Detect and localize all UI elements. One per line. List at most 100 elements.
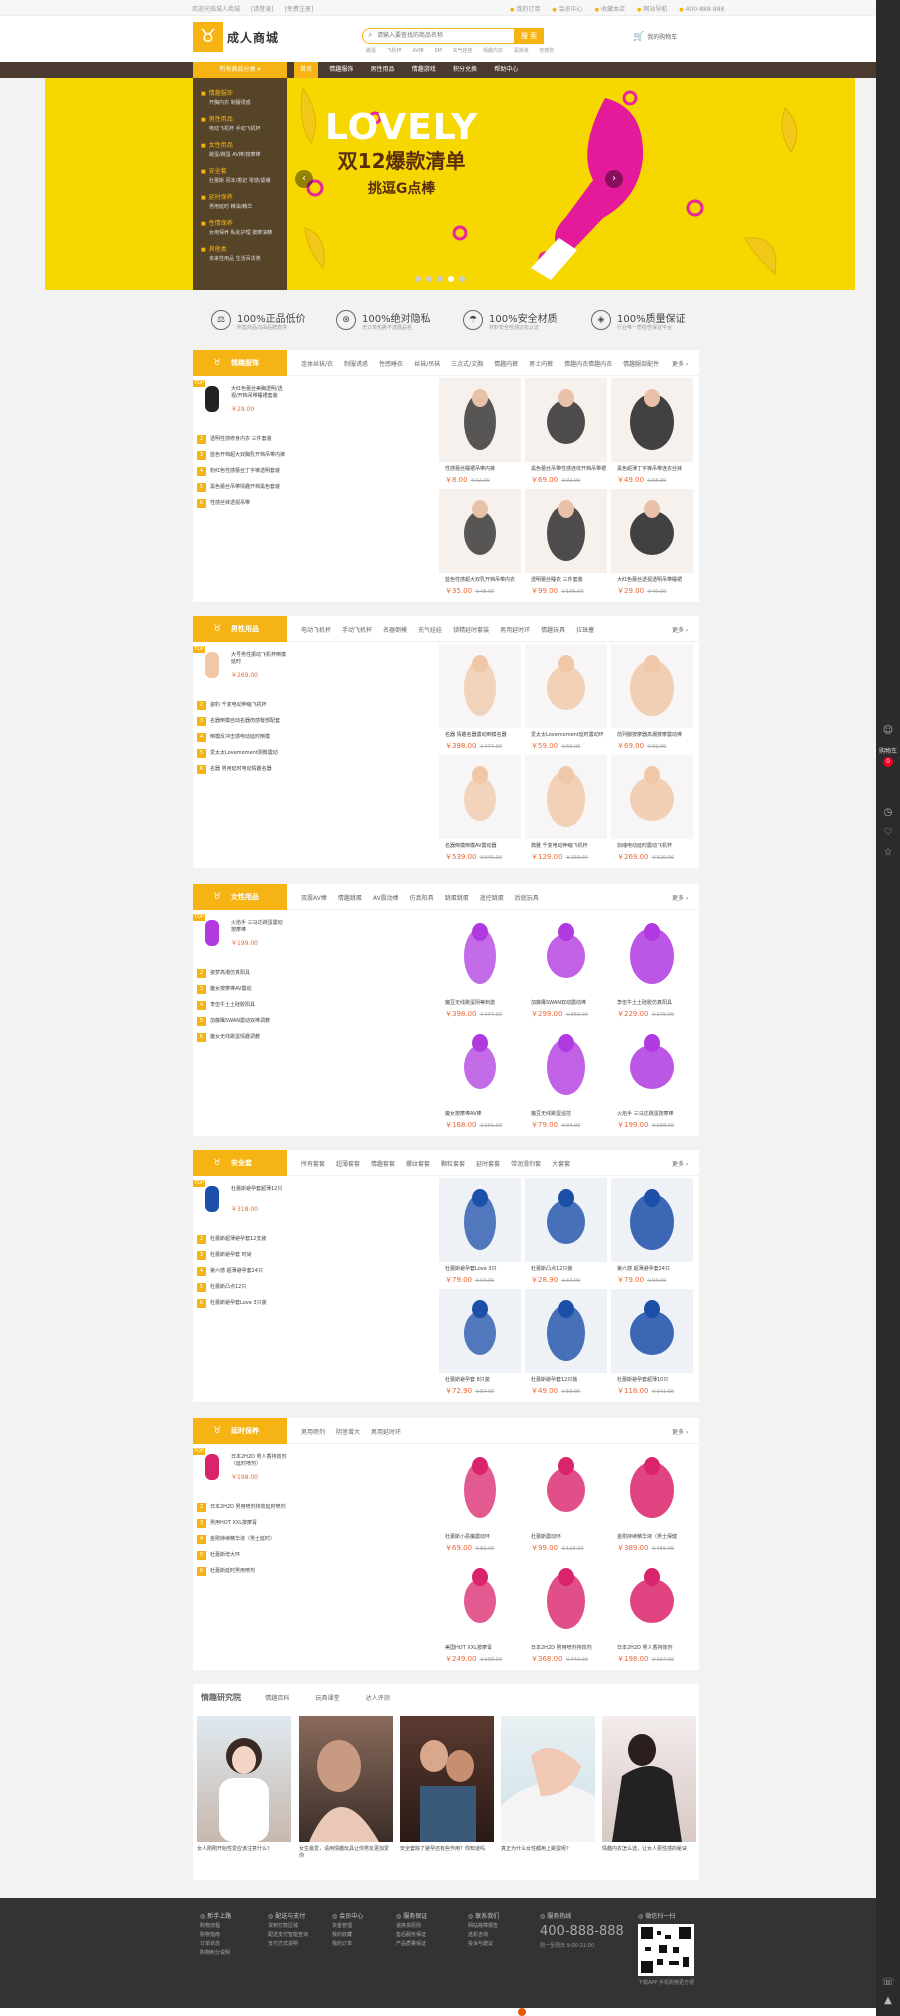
floor-tab[interactable]: 拉珠塞 (576, 627, 594, 634)
product-card[interactable]: 金刚持续精华液（男士保健 ￥389.00 ￥466.00 (609, 1446, 695, 1557)
footer-link[interactable]: 产品质量保证 (396, 1940, 427, 1949)
rank-item[interactable]: 6 杜蕾斯延时男用喷剂 (197, 1566, 289, 1576)
top-product[interactable]: TOP 日本2H2D 男人香持效剂（延时喷剂） ￥198.00 (193, 1448, 287, 1490)
product-card[interactable]: 美国HOT XXL按摩膏 ￥249.00 ￥298.00 (437, 1557, 523, 1668)
rank-item[interactable]: 2 杜蕾斯超薄避孕套12支装 (197, 1234, 289, 1244)
favorite-store-link[interactable]: 收藏本店 (595, 6, 625, 13)
menu-item-care[interactable]: 性情保养女用保养 私处护理 按摩油精 (193, 218, 287, 244)
floor-tab[interactable]: 情趣内衣情趣内衣 (564, 361, 612, 368)
floor-more-link[interactable]: 更多 › (672, 1427, 688, 1436)
floor-tab[interactable]: 手动飞机杯 (342, 627, 372, 634)
floor-title[interactable]: ♉ 女性用品 (193, 884, 287, 910)
product-card[interactable]: 日本2H2D 男人香持效剂 ￥198.00 ￥237.00 (609, 1557, 695, 1668)
floor-tab[interactable]: 名器倒模 (383, 627, 407, 634)
rank-item[interactable]: 3 杜蕾斯避孕套 时尚 (197, 1250, 289, 1260)
floor-tab[interactable]: 男用延时环 (500, 627, 530, 634)
article-card[interactable]: 女人刚刚开始性爱应该注意什么？ (197, 1716, 291, 1876)
product-card[interactable]: 火焰手 三马达跳蛋按摩棒 ￥199.00 ￥238.00 (609, 1023, 695, 1134)
product-card[interactable]: 蓝色性感超大双乳开档吊带内衣 ￥35.00 ￥48.00 (437, 489, 523, 600)
product-card[interactable]: 魔豆无线跳蛋遥控 ￥79.00 ￥94.00 (523, 1023, 609, 1134)
user-icon[interactable]: ☺ (880, 724, 896, 738)
floor-tab[interactable]: 带润滑剂套 (511, 1161, 541, 1168)
floor-tab[interactable]: 锁精延时套装 (453, 627, 489, 634)
floor-tab[interactable]: 电动飞机杯 (301, 627, 331, 634)
floor-more-link[interactable]: 更多 › (672, 1159, 688, 1168)
rank-item[interactable]: 5 加藤鹰SWAN震动双棒调教 (197, 1016, 289, 1026)
menu-item-other[interactable]: 其他类未来性用品 生活百货类 (193, 244, 287, 270)
star-icon[interactable]: ☆ (880, 846, 896, 860)
floor-tab[interactable]: 遥控跳蛋 (480, 895, 504, 902)
product-card[interactable]: 杜蕾斯避孕套Love 3只 ￥79.00 ￥94.00 (437, 1178, 523, 1289)
menu-item-male[interactable]: 男性用品电动飞机杯 手动飞机杯 (193, 114, 287, 140)
floor-tab[interactable]: 后庭玩具 (515, 895, 539, 902)
floor-more-link[interactable]: 更多 › (672, 625, 688, 634)
footer-link[interactable]: 购物积分说明 (200, 1949, 231, 1958)
footer-link[interactable]: 支付方式说明 (268, 1940, 308, 1949)
banner-dot[interactable] (459, 276, 465, 282)
footer-link[interactable]: 配送支付智能查询 (268, 1931, 308, 1940)
floor-tab[interactable]: 大套套 (552, 1161, 570, 1168)
banner-next-arrow-icon[interactable]: › (605, 170, 623, 188)
rank-item[interactable]: 4 粉红色性感蕾丝丁字裤透明套装 (197, 466, 289, 476)
floor-title[interactable]: ♉ 情趣服饰 (193, 350, 287, 376)
rank-item[interactable]: 6 性感丝袜透视吊带 (197, 498, 289, 508)
nav-item-points[interactable]: 积分兑换 (447, 62, 483, 78)
floor-tab[interactable]: 男用喷剂 (301, 1429, 325, 1436)
hot-word[interactable]: 跳蛋 (366, 48, 376, 54)
hot-word[interactable]: 飞机杯 (387, 48, 402, 54)
floor-tab[interactable]: 男用延时环 (371, 1429, 401, 1436)
product-card[interactable]: 杜蕾斯小恶魔震动环 ￥69.00 ￥82.00 (437, 1446, 523, 1557)
menu-item-delay[interactable]: 延时保养男用延时 精油/精华 (193, 192, 287, 218)
rank-item[interactable]: 3 魔女按摩棒AV震动 (197, 984, 289, 994)
product-card[interactable]: 黑色超薄丁字裤吊带连衣丝袜 ￥49.00 ￥68.00 (609, 378, 695, 489)
footer-link[interactable]: 退换货原则 (396, 1922, 427, 1931)
floor-tab[interactable]: 情趣内裤 (494, 361, 518, 368)
back-to-top-icon[interactable]: ▲ (880, 1994, 896, 2008)
floor-tab[interactable]: 男士内裤 (529, 361, 553, 368)
product-card[interactable]: 杜蕾斯凸点12只装 ￥28.90 ￥34.00 (523, 1178, 609, 1289)
history-icon[interactable]: ◷ (880, 806, 896, 820)
footer-link[interactable]: 售后服务保证 (396, 1931, 427, 1940)
product-card[interactable]: 剑魂电动延时震动飞机杯 ￥269.00 ￥320.00 (609, 755, 695, 866)
rank-item[interactable]: 5 杜蕾斯增大环 (197, 1550, 289, 1560)
floor-title[interactable]: ♉ 安全套 (193, 1150, 287, 1176)
footer-link[interactable]: 购物流程 (200, 1922, 231, 1931)
nav-item-male[interactable]: 男性用品 (365, 62, 401, 78)
floor-tab[interactable]: 双震AV棒 (301, 895, 327, 902)
product-card[interactable]: 黑色蕾丝吊带性感连体开档吊带裙 ￥69.00 ￥92.00 (523, 378, 609, 489)
top-product[interactable]: TOP 大号男性振动飞机杯倒模延时 ￥269.00 (193, 646, 287, 688)
footer-link[interactable]: 我的收藏 (332, 1931, 363, 1940)
menu-item-female[interactable]: 女性用品跳蛋/跳蛋 AV棒/按摩棒 (193, 140, 287, 166)
product-card[interactable]: 加藤鹰SWAN双动震动棒 ￥299.00 ￥359.00 (523, 912, 609, 1023)
hot-word[interactable]: SM (434, 48, 442, 54)
article-card[interactable]: 真正为什么女性都用上跳蛋呢？ (501, 1716, 595, 1876)
rank-item[interactable]: 6 魔女无线跳蛋情趣调教 (197, 1032, 289, 1042)
article-card[interactable]: 安全套除了避孕还有些作用？你知道吗 (400, 1716, 494, 1876)
product-card[interactable]: 李伍牛土土硅胶仿真阳具 ￥229.00 ￥275.00 (609, 912, 695, 1023)
article-card[interactable]: 女生最爱，请用情趣玩具让你男友更加爱你 (299, 1716, 393, 1876)
hot-word[interactable]: 充气娃娃 (452, 48, 472, 54)
floor-tab[interactable]: 超薄套套 (336, 1161, 360, 1168)
rank-item[interactable]: 2 姿梦高潮仿真阳具 (197, 968, 289, 978)
menu-item-condom[interactable]: 安全套杜蕾斯 冈本/香妃 零感/紧绷 (193, 166, 287, 192)
rank-item[interactable]: 2 透明性感修身内衣 三件套装 (197, 434, 289, 444)
product-card[interactable]: 魔女按摩棒AV棒 ￥168.00 ￥201.00 (437, 1023, 523, 1134)
rank-item[interactable]: 5 黑色蕾丝吊带情趣开档黑色套装 (197, 482, 289, 492)
banner-dot[interactable] (415, 276, 421, 282)
floor-tab[interactable]: 连体丝袜/衣 (301, 361, 333, 368)
product-card[interactable]: 前列腺按摩器高潮按摩震动棒 ￥69.00 ￥92.00 (609, 644, 695, 755)
nav-item-help[interactable]: 帮助中心 (488, 62, 524, 78)
research-tab[interactable]: 达人评测 (366, 1695, 390, 1702)
top-product[interactable]: TOP 火焰手 三马达跳蛋震动按摩棒 ￥199.00 (193, 914, 287, 956)
logo[interactable]: ♉ 成人商城 (193, 22, 285, 52)
floor-tab[interactable]: 所有套套 (301, 1161, 325, 1168)
research-tab[interactable]: 玩具课堂 (315, 1695, 339, 1702)
product-card[interactable]: 典雅 千变电动伸缩飞机杯 ￥129.00 ￥159.00 (523, 755, 609, 866)
rank-item[interactable]: 2 姿豹 千变电动伸缩飞机杯 (197, 700, 289, 710)
member-center-link[interactable]: 会员中心 (552, 6, 582, 13)
search-input[interactable] (377, 31, 512, 41)
product-card[interactable]: 杜蕾斯避孕套12只装 ￥49.00 ￥58.00 (523, 1289, 609, 1400)
banner-dot-active[interactable] (448, 276, 454, 282)
floor-title[interactable]: ♉ 男性用品 (193, 616, 287, 642)
rank-item[interactable]: 6 杜蕾斯避孕套Love 3只装 (197, 1298, 289, 1308)
